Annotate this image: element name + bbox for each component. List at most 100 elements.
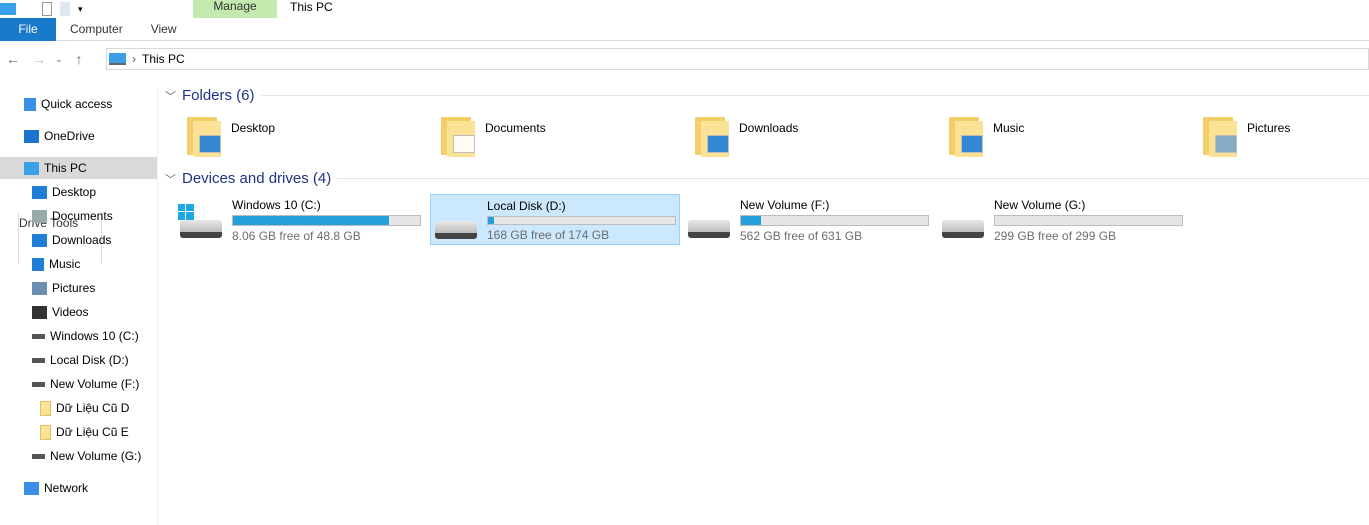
pictures-icon [32, 281, 47, 295]
folder-label: Pictures [1247, 121, 1291, 135]
folder-item[interactable]: Music [947, 115, 1201, 161]
computer-icon[interactable] [0, 3, 16, 15]
folder-item[interactable]: Downloads [693, 115, 947, 161]
navigation-pane: Quick access OneDrive This PC Desktop Docume… [0, 88, 158, 525]
drive-free-space: 299 GB free of 299 GB [994, 229, 1117, 243]
navigation-buttons: ← → ⌄ ↑ [0, 48, 92, 70]
sidebar-item[interactable]: Windows 10 (C:) [32, 325, 139, 347]
sidebar-item[interactable]: Dữ Liệu Cũ E [40, 421, 129, 443]
sidebar-item[interactable]: Dữ Liệu Cũ D [40, 397, 129, 419]
hard-drive-icon [686, 196, 732, 242]
quick-access-toolbar: ▾ [0, 0, 83, 18]
folder-icon [1201, 115, 1241, 157]
drive-free-space: 562 GB free of 631 GB [740, 229, 863, 243]
tab-file[interactable]: File [0, 18, 56, 41]
forward-button[interactable]: → [26, 51, 52, 67]
drives-section-header[interactable]: ﹀ Devices and drives (4) [165, 170, 1369, 187]
sidebar-item-label: Videos [52, 305, 89, 319]
breadcrumb-this-pc[interactable]: This PC [142, 52, 185, 66]
folder-item[interactable]: Desktop [185, 115, 439, 161]
sidebar-item-label: Dữ Liệu Cũ E [56, 425, 129, 439]
sidebar-item-label: New Volume (G:) [50, 449, 142, 463]
desktop-icon [32, 185, 47, 199]
sidebar-item[interactable]: OneDrive [24, 125, 95, 147]
sidebar-item-label: New Volume (F:) [50, 377, 140, 391]
customize-toolbar-icon[interactable]: ▾ [78, 4, 83, 15]
chevron-down-icon[interactable]: ﹀ [165, 88, 176, 104]
folder-item[interactable]: Documents [439, 115, 693, 161]
sidebar-item-label: Local Disk (D:) [50, 353, 129, 367]
drive-item[interactable]: New Volume (G:) 299 GB free of 299 GB [938, 194, 1188, 245]
breadcrumb-chevron-icon: › [132, 52, 136, 66]
drive-label: Local Disk (D:) [487, 199, 566, 213]
computer-icon [24, 161, 39, 175]
music-icon [32, 257, 44, 271]
back-button[interactable]: ← [0, 51, 26, 67]
sidebar-item-label: Network [44, 481, 89, 495]
sidebar-item[interactable]: Local Disk (D:) [32, 349, 129, 371]
folders-header: Folders (6) [182, 87, 255, 104]
folder-label: Downloads [739, 121, 799, 135]
folder-label: Desktop [231, 121, 276, 135]
drive-label: Windows 10 (C:) [232, 198, 321, 212]
drive-icon [32, 381, 45, 387]
folder-item[interactable]: Pictures [1201, 115, 1369, 161]
drive-item[interactable]: New Volume (F:) 562 GB free of 631 GB [684, 194, 934, 245]
properties-icon[interactable] [42, 2, 52, 16]
sidebar-item[interactable]: Quick access [24, 93, 112, 115]
sidebar-item[interactable]: Desktop [32, 181, 96, 203]
tab-view[interactable]: View [137, 18, 191, 41]
up-button[interactable]: ↑ [66, 51, 92, 67]
sidebar-item-label: Pictures [52, 281, 96, 295]
drive-usage-bar [994, 215, 1183, 226]
drive-item[interactable]: Windows 10 (C:) 8.06 GB free of 48.8 GB [176, 194, 426, 245]
sidebar-item-label: OneDrive [44, 129, 95, 143]
drives-header: Devices and drives (4) [182, 170, 332, 187]
drive-icon [32, 357, 45, 363]
drive-item[interactable]: Local Disk (D:) 168 GB free of 174 GB [430, 194, 680, 245]
drive-free-space: 168 GB free of 174 GB [487, 228, 610, 242]
sidebar-item[interactable]: New Volume (G:) [32, 445, 141, 467]
sidebar-item-label: Downloads [52, 233, 112, 247]
documents-icon [32, 209, 47, 223]
hard-drive-icon [940, 196, 986, 242]
hard-drive-icon [178, 196, 224, 242]
new-folder-icon[interactable] [60, 2, 70, 16]
ribbon-tabs: File Computer View Drive Tools [0, 18, 1369, 263]
sidebar-item[interactable]: Videos [32, 301, 88, 323]
sidebar-item-label: Quick access [41, 97, 113, 111]
recent-locations-button[interactable]: ⌄ [52, 54, 66, 65]
sidebar-item[interactable]: Music [32, 253, 80, 275]
folder-icon [947, 115, 987, 157]
sidebar-item[interactable]: This PC [0, 157, 157, 179]
folders-section-header[interactable]: ﹀ Folders (6) [165, 87, 1369, 104]
cloud-icon [24, 129, 39, 143]
download-icon [32, 233, 47, 247]
folder-icon [693, 115, 733, 157]
folder-label: Music [993, 121, 1025, 135]
window-title: This PC [290, 0, 333, 14]
drive-label: New Volume (F:) [740, 198, 830, 212]
network-icon [24, 481, 39, 495]
sidebar-item[interactable]: Network [24, 477, 88, 499]
sidebar-item-label: Music [49, 257, 81, 271]
folder-icon [40, 400, 51, 416]
tab-computer[interactable]: Computer [56, 18, 137, 41]
address-bar[interactable]: › This PC [106, 48, 1369, 70]
computer-icon [109, 53, 126, 65]
videos-icon [32, 305, 47, 319]
sidebar-item[interactable]: Downloads [32, 229, 111, 251]
sidebar-item-label: Windows 10 (C:) [50, 329, 139, 343]
folder-label: Documents [485, 121, 546, 135]
sidebar-item[interactable]: Documents [32, 205, 113, 227]
sidebar-item[interactable]: New Volume (F:) [32, 373, 139, 395]
drive-icon [32, 453, 45, 459]
star-icon [24, 97, 36, 111]
drive-icon [32, 333, 45, 339]
hard-drive-icon [433, 197, 479, 243]
chevron-down-icon[interactable]: ﹀ [165, 171, 176, 187]
sidebar-item-label: Dữ Liệu Cũ D [56, 401, 130, 415]
folder-icon [40, 424, 51, 440]
sidebar-item[interactable]: Pictures [32, 277, 95, 299]
windows-logo-icon [178, 204, 194, 220]
